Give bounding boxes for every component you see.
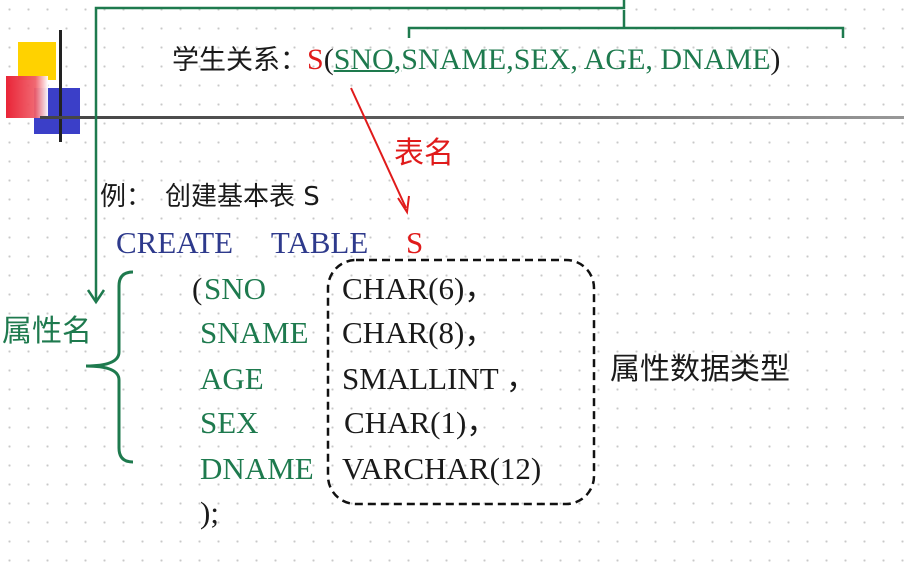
example-text: 创建基本表 S — [165, 182, 320, 212]
sql-column-name: SEX — [200, 405, 259, 440]
sql-create-line: CREATE TABLE S — [116, 224, 423, 262]
sql-column-type: CHAR(6)， — [342, 271, 496, 306]
relation-open-paren: ( — [323, 43, 334, 76]
sql-column-type: CHAR(1)， — [344, 405, 498, 440]
example-label: 例： — [100, 182, 153, 212]
relation-name: S — [307, 43, 324, 76]
sql-column-type: SMALLINT ， — [342, 361, 537, 396]
relation-primary-key: SNO, — [333, 43, 402, 76]
attribute-name-annotation: 属性名 — [2, 314, 92, 349]
relation-close-paren: ) — [770, 43, 781, 76]
sql-table-name: S — [406, 225, 424, 260]
relation-schema: 学生关系：S(SNO,SNAME,SEX, AGE, DNAME) — [172, 42, 780, 79]
sql-open-paren: ( — [192, 271, 203, 306]
sql-keyword-create: CREATE — [116, 225, 234, 260]
sql-column-name: SNAME — [200, 315, 309, 350]
attribute-curly-brace — [85, 270, 134, 464]
sql-column-type: VARCHAR(12) — [342, 451, 542, 486]
relation-prefix: 学生关系： — [172, 45, 307, 76]
table-name-annotation: 表名 — [394, 136, 454, 171]
sql-close-statement: ); — [200, 495, 219, 530]
sql-column-name: AGE — [200, 361, 264, 396]
relation-attributes: SNAME,SEX, AGE, DNAME — [401, 43, 771, 76]
sql-keyword-table: TABLE — [270, 225, 369, 260]
sql-column-name: DNAME — [200, 451, 314, 486]
relation-attributes-bracket — [407, 10, 845, 38]
attribute-type-annotation: 属性数据类型 — [610, 352, 790, 387]
sql-column-type: CHAR(8)， — [342, 315, 496, 350]
sql-column-name: SNO — [204, 271, 267, 306]
example-line: 例： 创建基本表 S — [100, 180, 320, 214]
